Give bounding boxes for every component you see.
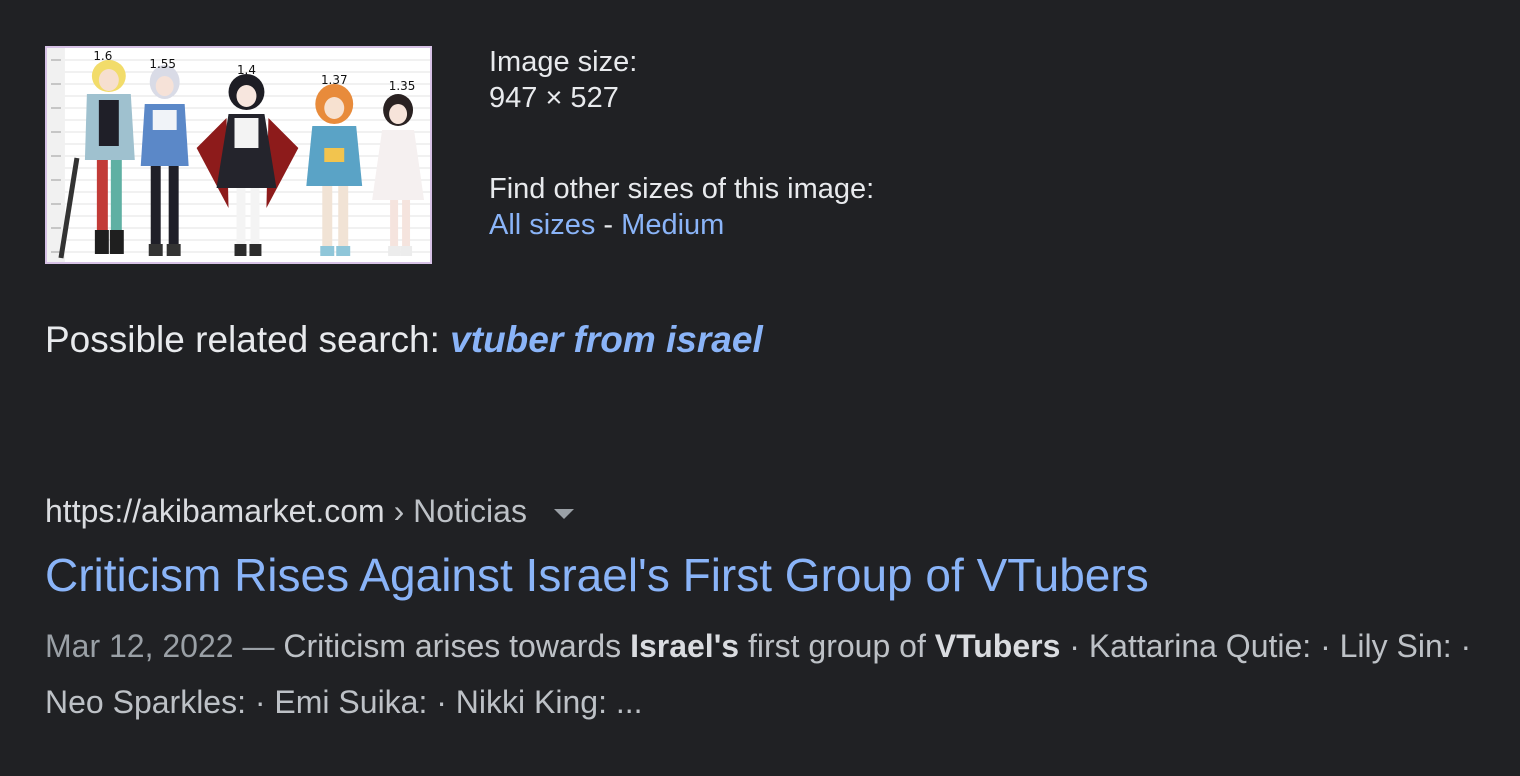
- medium-size-link[interactable]: Medium: [621, 209, 724, 241]
- other-sizes-links: All sizes - Medium: [489, 207, 874, 243]
- height-label-4: 1.37: [321, 73, 348, 87]
- image-size-block: Image size: 947 × 527: [489, 44, 874, 116]
- height-label-2: 1.55: [149, 57, 176, 71]
- result-date-dash: —: [242, 628, 275, 664]
- snippet-text-2: first group of: [747, 628, 926, 664]
- snippet-bold-2: VTubers: [934, 628, 1061, 664]
- result-snippet: Mar 12, 2022 — Criticism arises towards …: [45, 618, 1500, 730]
- height-label-1: 1.6: [93, 49, 112, 63]
- result-citation: https://akibamarket.com › Noticias: [45, 490, 574, 532]
- related-search-query-link[interactable]: vtuber from israel: [450, 319, 763, 360]
- image-size-label: Image size:: [489, 46, 638, 78]
- snippet-text-1: Criticism arises towards: [283, 628, 622, 664]
- related-search: Possible related search: vtuber from isr…: [45, 316, 763, 364]
- all-sizes-link[interactable]: All sizes: [489, 209, 595, 241]
- snippet-bold-1: Israel's: [630, 628, 740, 664]
- search-result-page: 1.6 1.55 1.4 1.37 1.35 Image size: 947 ×…: [0, 0, 1520, 776]
- result-title-link[interactable]: Criticism Rises Against Israel's First G…: [45, 545, 1149, 605]
- image-size-value: 947 × 527: [489, 82, 619, 114]
- height-label-5: 1.35: [389, 79, 416, 93]
- related-search-label: Possible related search:: [45, 319, 440, 360]
- image-info-panel: Image size: 947 × 527 Find other sizes o…: [489, 44, 874, 243]
- size-link-separator: -: [603, 209, 614, 241]
- result-options-dropdown-icon[interactable]: [553, 508, 574, 519]
- vtuber-height-chart-image: 1.6 1.55 1.4 1.37 1.35: [47, 48, 430, 262]
- result-date: Mar 12, 2022: [45, 628, 234, 664]
- other-sizes-label: Find other sizes of this image:: [489, 173, 875, 205]
- height-label-3: 1.4: [237, 63, 256, 77]
- result-breadcrumb: › Noticias: [393, 493, 527, 529]
- other-sizes-block: Find other sizes of this image: All size…: [489, 171, 874, 243]
- result-url: https://akibamarket.com: [45, 493, 385, 529]
- image-thumbnail[interactable]: 1.6 1.55 1.4 1.37 1.35: [45, 46, 432, 264]
